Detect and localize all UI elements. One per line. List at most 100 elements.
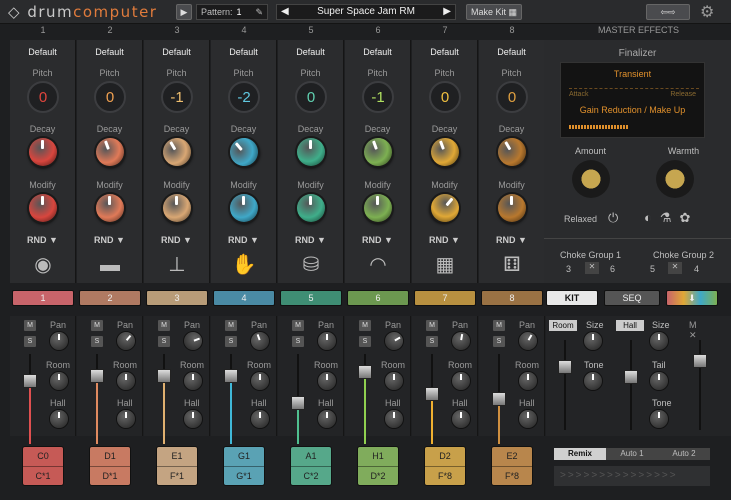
pitch-value[interactable]: 0 [295,81,327,113]
volume-fader[interactable] [492,354,506,444]
power-icon[interactable]: ⏻ [608,210,618,226]
solo-button[interactable]: S [24,336,36,347]
pan-knob[interactable] [181,329,205,353]
hall-send-knob[interactable] [50,410,68,428]
hall-tail-knob[interactable] [650,372,668,390]
pan-knob[interactable] [515,328,541,354]
pitch-value[interactable]: -1 [362,81,394,113]
clap-icon[interactable]: ✋ [231,252,257,278]
randomize-button[interactable]: RND ▼ [77,235,142,245]
auto1-button[interactable]: Auto 1 [606,448,658,460]
kick-drum-icon[interactable]: ◉ [30,252,56,278]
hall-size-knob[interactable] [650,332,668,350]
master-fader[interactable] [693,340,707,430]
choke-group-1-b[interactable]: 6 [610,264,615,274]
hall-send-knob[interactable] [385,410,403,428]
pan-knob[interactable] [450,330,472,352]
channel-tab[interactable]: 6 [347,290,409,306]
randomize-button[interactable]: RND ▼ [412,235,477,245]
room-send-knob[interactable] [251,372,269,390]
modify-knob[interactable] [425,188,465,228]
randomize-button[interactable]: RND ▼ [144,235,209,245]
randomize-button[interactable]: RND ▼ [10,235,75,245]
trigger-pad[interactable]: E2 F*8 [491,446,533,486]
pitch-value[interactable]: 0 [94,81,126,113]
solo-button[interactable]: S [158,336,170,347]
decay-knob[interactable] [29,138,57,166]
pan-knob[interactable] [113,328,139,354]
cymbal-icon[interactable]: ⊥ [164,252,190,278]
randomize-button[interactable]: RND ▼ [345,235,410,245]
modify-knob[interactable] [163,194,191,222]
room-fx-button[interactable]: Room [549,320,577,331]
mute-button[interactable]: M [24,320,36,331]
warmth-mode-icons[interactable]: ◐⚗✿ [644,210,714,226]
choke-group-2-a[interactable]: 5 [650,264,655,274]
channel-tab[interactable]: 3 [146,290,208,306]
auto2-button[interactable]: Auto 2 [658,448,710,460]
make-kit-button[interactable]: Make Kit ▦ [466,4,522,20]
pan-knob[interactable] [248,329,272,353]
mute-button[interactable]: M [493,320,505,331]
mute-button[interactable]: M [426,320,438,331]
randomize-button[interactable]: RND ▼ [211,235,276,245]
modify-knob[interactable] [297,194,325,222]
decay-knob[interactable] [157,132,197,172]
preset-selector[interactable]: ◀ Super Space Jam RM ▶ [276,4,456,20]
mute-button[interactable]: M [158,320,170,331]
channel-preset-name[interactable]: Default [77,47,142,57]
channel-preset-name[interactable]: Default [412,47,477,57]
hall-send-knob[interactable] [519,410,537,428]
room-send-knob[interactable] [519,372,537,390]
hall-send-knob[interactable] [251,410,269,428]
hall-tone-knob[interactable] [650,410,668,428]
pan-knob[interactable] [318,332,336,350]
play-button[interactable]: ▶ [176,4,192,20]
randomize-button[interactable]: RND ▼ [278,235,343,245]
channel-tab[interactable]: 7 [414,290,476,306]
trigger-pad[interactable]: C0 C*1 [22,446,64,486]
room-tone-knob[interactable] [584,372,602,390]
conga-icon[interactable]: ⛁ [298,252,324,278]
volume-fader[interactable] [157,354,171,444]
mute-button[interactable]: M [91,320,103,331]
hall-send-knob[interactable] [318,410,336,428]
pin-icon[interactable]: ✎ [255,7,263,18]
keyboard-icon[interactable]: ▦ [432,252,458,278]
mute-master-icon[interactable]: M ✕ [689,320,705,344]
mute-button[interactable]: M [225,320,237,331]
decay-knob[interactable] [360,134,396,170]
channel-preset-name[interactable]: Default [144,47,209,57]
choke-swap-icon-2[interactable]: ✕ [668,262,682,274]
choke-group-2-b[interactable]: 4 [694,264,699,274]
remix-button[interactable]: Remix [554,448,606,460]
channel-tab[interactable]: 4 [213,290,275,306]
solo-button[interactable]: S [359,336,371,347]
prev-preset-icon[interactable]: ◀ [281,5,289,19]
room-send-knob[interactable] [318,372,336,390]
trigger-pad[interactable]: H1 D*2 [357,446,399,486]
modify-knob[interactable] [230,194,258,222]
pitch-value[interactable]: 0 [429,81,461,113]
room-send-knob[interactable] [385,372,403,390]
room-fader[interactable] [558,340,572,430]
modify-knob[interactable] [29,194,57,222]
solo-button[interactable]: S [493,336,505,347]
next-preset-icon[interactable]: ▶ [443,5,451,19]
pitch-value[interactable]: -1 [161,81,193,113]
amount-knob[interactable] [572,160,610,198]
volume-fader[interactable] [224,354,238,444]
room-send-knob[interactable] [184,372,202,390]
tab-kit[interactable]: KIT [546,290,598,306]
room-send-knob[interactable] [452,372,470,390]
gear-icon[interactable]: ⚙ [700,2,714,22]
solo-button[interactable]: S [292,336,304,347]
remix-strip[interactable]: >>>>>>>>>>>>>>> [554,466,710,486]
modify-knob[interactable] [96,194,124,222]
channel-tab[interactable]: 8 [481,290,543,306]
choke-group-1-a[interactable]: 3 [566,264,571,274]
channel-tab[interactable]: 2 [79,290,141,306]
channel-preset-name[interactable]: Default [345,47,410,57]
ride-cymbal-icon[interactable]: ◠ [365,252,391,278]
randomize-button[interactable]: RND ▼ [479,235,544,245]
